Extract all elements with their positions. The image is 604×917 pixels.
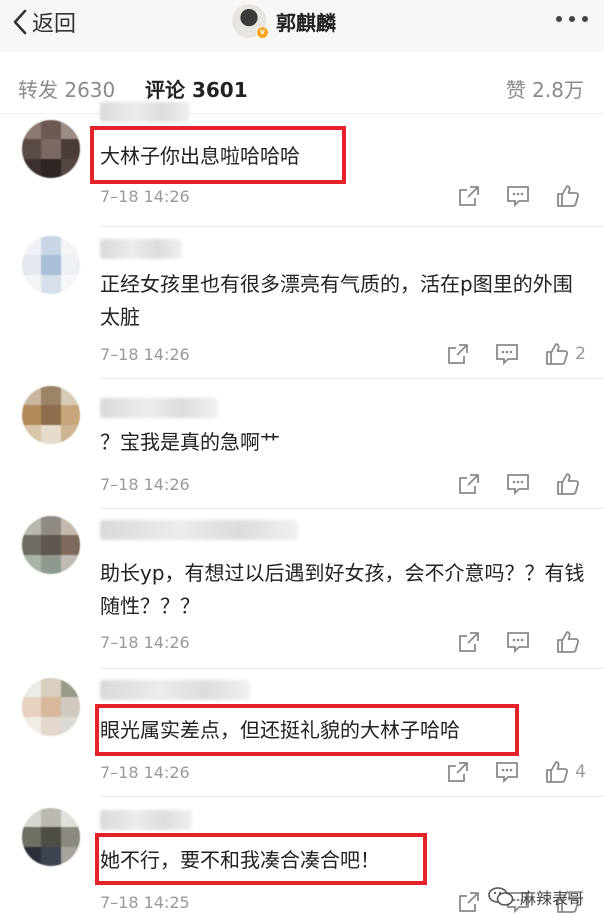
comment-time: 7–18 14:26 bbox=[100, 475, 190, 494]
share-icon bbox=[448, 762, 469, 782]
avatar[interactable] bbox=[22, 516, 80, 574]
thumbs-up-icon bbox=[546, 343, 569, 365]
username-blurred[interactable] bbox=[100, 810, 192, 830]
highlight-box bbox=[95, 833, 427, 885]
back-button[interactable]: 返回 bbox=[12, 6, 76, 38]
page-title: 郭麒麟 bbox=[276, 10, 336, 35]
highlight-box bbox=[95, 704, 519, 756]
avatar[interactable] bbox=[22, 236, 80, 294]
comment-actions bbox=[432, 472, 586, 496]
comment-icon bbox=[507, 632, 529, 653]
repost-button[interactable] bbox=[447, 343, 469, 365]
reply-button[interactable] bbox=[506, 631, 530, 653]
like-button[interactable] bbox=[556, 630, 586, 654]
tab-like[interactable]: 赞 2.8万 bbox=[506, 74, 584, 103]
comment-time: 7–18 14:26 bbox=[100, 345, 190, 364]
reply-button[interactable] bbox=[495, 761, 519, 783]
username-blurred[interactable] bbox=[100, 398, 218, 418]
comment-actions: 4 bbox=[421, 760, 586, 784]
chevron-left-icon bbox=[13, 9, 27, 35]
comment-icon bbox=[496, 762, 519, 783]
avatar[interactable] bbox=[22, 678, 80, 736]
thumbs-up-icon bbox=[546, 761, 569, 783]
comment-time: 7–18 14:26 bbox=[100, 187, 190, 206]
reply-button[interactable] bbox=[506, 185, 530, 207]
like-button[interactable]: 4 bbox=[545, 760, 586, 784]
profile-title[interactable]: v 郭麒麟 bbox=[232, 2, 336, 40]
repost-button[interactable] bbox=[458, 631, 480, 653]
divider bbox=[100, 796, 604, 797]
back-label: 返回 bbox=[32, 12, 77, 37]
comment-actions bbox=[432, 630, 586, 654]
thumbs-up-icon bbox=[557, 473, 580, 495]
comment-icon bbox=[507, 186, 529, 207]
share-icon bbox=[459, 632, 479, 652]
username-blurred[interactable] bbox=[100, 520, 298, 540]
more-options-icon[interactable] bbox=[556, 16, 588, 22]
avatar[interactable] bbox=[22, 808, 80, 866]
watermark: 麻辣表哥 bbox=[488, 885, 584, 909]
like-count: 2 bbox=[575, 344, 586, 364]
comment-actions bbox=[432, 184, 586, 208]
watermark-text: 麻辣表哥 bbox=[519, 889, 584, 908]
username-blurred[interactable] bbox=[100, 239, 182, 259]
reply-button[interactable] bbox=[495, 343, 519, 365]
repost-button[interactable] bbox=[458, 891, 480, 913]
avatar[interactable] bbox=[22, 386, 80, 444]
divider bbox=[100, 668, 604, 669]
highlight-box bbox=[90, 126, 346, 184]
avatar[interactable] bbox=[22, 120, 80, 178]
nav-bar: 返回 v 郭麒麟 bbox=[0, 0, 604, 52]
comment-time: 7–18 14:25 bbox=[100, 893, 190, 912]
share-icon bbox=[459, 474, 479, 494]
repost-button[interactable] bbox=[447, 761, 469, 783]
like-button[interactable] bbox=[556, 184, 586, 208]
thumbs-up-icon bbox=[557, 631, 580, 653]
wechat-icon bbox=[488, 886, 514, 908]
comment-time: 7–18 14:26 bbox=[100, 633, 190, 652]
comment-time: 7–18 14:26 bbox=[100, 763, 190, 782]
repost-button[interactable] bbox=[458, 185, 480, 207]
divider bbox=[100, 508, 604, 509]
repost-button[interactable] bbox=[458, 473, 480, 495]
comment-text: 助长yp，有想过以后遇到好女孩，会不介意吗？？有钱随性？？？ bbox=[100, 561, 585, 618]
comment-actions: 2 bbox=[421, 342, 586, 366]
tab-repost[interactable]: 转发 2630 bbox=[18, 74, 115, 103]
reply-button[interactable] bbox=[506, 473, 530, 495]
avatar: v bbox=[232, 4, 269, 39]
like-count: 4 bbox=[575, 762, 586, 782]
share-icon bbox=[459, 892, 479, 912]
verified-badge-icon: v bbox=[256, 26, 269, 39]
like-button[interactable] bbox=[556, 472, 586, 496]
like-button[interactable]: 2 bbox=[545, 342, 586, 366]
thumbs-up-icon bbox=[557, 185, 580, 207]
divider bbox=[100, 226, 604, 227]
share-icon bbox=[448, 344, 469, 364]
share-icon bbox=[459, 186, 479, 206]
comment-icon bbox=[507, 474, 529, 495]
comment-text: ？宝我是真的急啊艹 bbox=[100, 430, 280, 454]
tab-comment[interactable]: 评论 3601 bbox=[145, 74, 248, 103]
comment-text: 正经女孩里也有很多漂亮有气质的，活在p图里的外围太脏 bbox=[100, 272, 573, 329]
comment-icon bbox=[496, 344, 519, 365]
username-blurred[interactable] bbox=[100, 102, 190, 122]
username-blurred[interactable] bbox=[100, 680, 250, 700]
tab-bar: 转发 2630 评论 3601 赞 2.8万 bbox=[0, 52, 604, 114]
divider bbox=[100, 378, 604, 379]
